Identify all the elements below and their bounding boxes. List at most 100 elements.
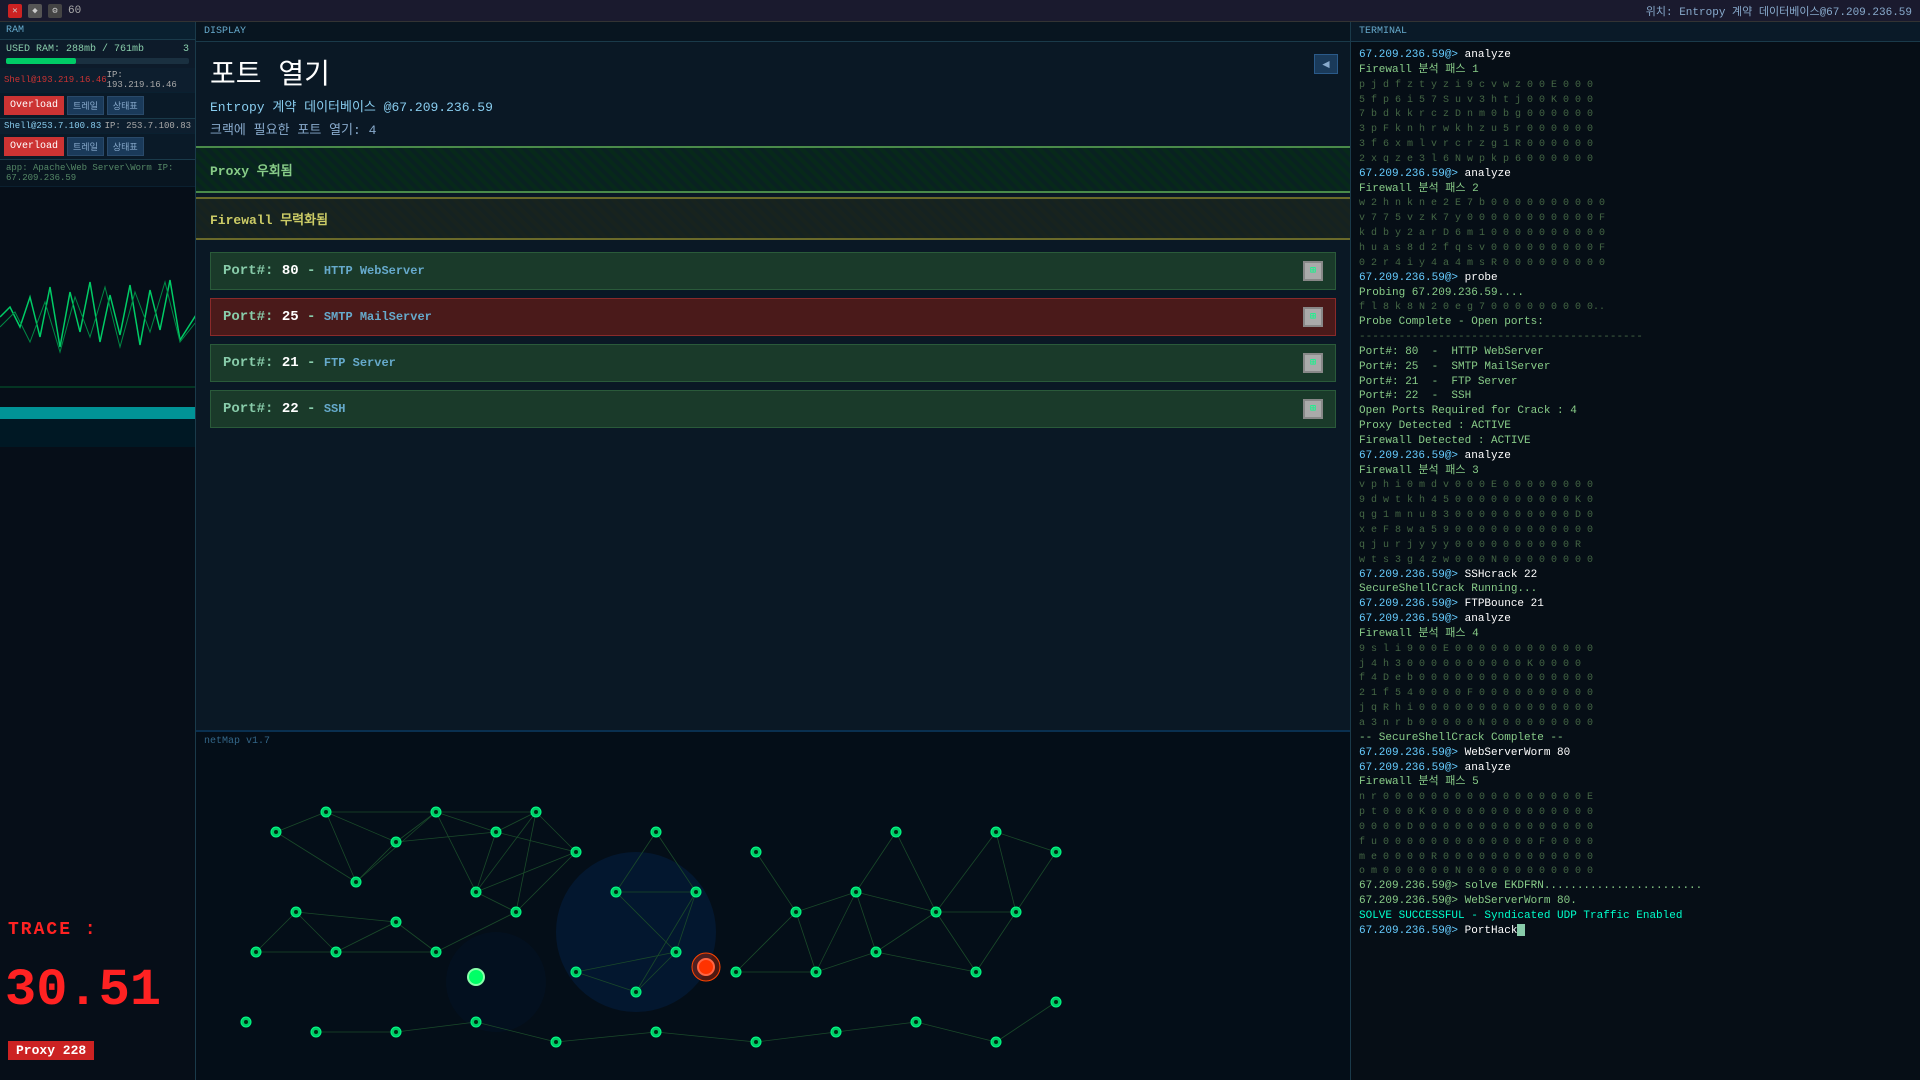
port-row-0[interactable]: Port#: 80 - HTTP WebServer ⊞ bbox=[210, 252, 1336, 290]
net-node-32 bbox=[1051, 847, 1061, 857]
terminal-body[interactable]: 67.209.236.59@> analyzeFirewall 분석 패스 1p… bbox=[1351, 42, 1920, 1080]
terminal-line: Port#: 25 - SMTP MailServer bbox=[1359, 360, 1912, 375]
terminal-line: 9 d w t k h 4 5 0 0 0 0 0 0 0 0 0 0 K 0 bbox=[1359, 493, 1912, 508]
terminal-line: 7 b d k k r c z D n m 0 b g 0 0 0 0 0 0 bbox=[1359, 107, 1912, 122]
main-layout: RAM USED RAM: 288mb / 761mb 3 Shell@193.… bbox=[0, 22, 1920, 1080]
trace-value: 30.51 bbox=[5, 961, 161, 1020]
terminal-line: Firewall 분석 패스 5 bbox=[1359, 775, 1912, 790]
gear-icon[interactable]: ⚙ bbox=[48, 4, 62, 18]
ram-bar-container bbox=[6, 58, 189, 64]
net-node-7 bbox=[531, 807, 541, 817]
net-node-6 bbox=[471, 887, 481, 897]
display-header: DISPLAY bbox=[196, 22, 1350, 42]
terminal-line: h u a s 8 d 2 f q s v 0 0 0 0 0 0 0 0 0 … bbox=[1359, 241, 1912, 256]
terminal-line: q j u r j y y y 0 0 0 0 0 0 0 0 0 0 R bbox=[1359, 538, 1912, 553]
topbar-number: 60 bbox=[68, 5, 81, 17]
terminal-line: q g 1 m n u 8 3 0 0 0 0 0 0 0 0 0 0 D 0 bbox=[1359, 508, 1912, 523]
terminal-line: SOLVE SUCCESSFUL - Syndicated UDP Traffi… bbox=[1359, 909, 1912, 924]
terminal-line: 67.209.236.59@> SSHcrack 22 bbox=[1359, 568, 1912, 583]
net-node-4 bbox=[431, 807, 441, 817]
port-title: 포트 열기 bbox=[196, 42, 1350, 96]
net-node-33 bbox=[311, 1027, 321, 1037]
crack-info: 크랙에 필요한 포트 열기: 4 bbox=[196, 119, 1350, 146]
minimize-icon[interactable]: ◆ bbox=[28, 4, 42, 18]
middle-panel: DISPLAY 포트 열기 Entropy 계약 데이터베이스 @67.209.… bbox=[196, 22, 1350, 1080]
connection-1-ip: IP: 193.219.16.46 bbox=[107, 70, 191, 90]
terminal-line: -- SecureShellCrack Complete -- bbox=[1359, 731, 1912, 746]
topbar-status: 위치: Entropy 계약 데이터베이스@67.209.236.59 bbox=[1646, 3, 1912, 19]
target-info: Entropy 계약 데이터베이스 @67.209.236.59 bbox=[196, 96, 1350, 119]
terminal-line: j 4 h 3 0 0 0 0 0 0 0 0 0 0 K 0 0 0 0 bbox=[1359, 657, 1912, 672]
net-node-24 bbox=[811, 967, 821, 977]
terminal-line: 5 f p 6 i 5 7 S u v 3 h t j 0 0 K 0 0 0 bbox=[1359, 93, 1912, 108]
net-node-16 bbox=[651, 827, 661, 837]
net-node-10 bbox=[391, 917, 401, 927]
netmap-label: netMap v1.7 bbox=[204, 736, 270, 747]
terminal-line: 67.209.236.59@> analyze bbox=[1359, 167, 1912, 182]
collapse-button[interactable]: ◄ bbox=[1314, 54, 1338, 74]
terminal-line: SecureShellCrack Running... bbox=[1359, 582, 1912, 597]
terminal-line: 9 s l i 9 0 0 E 0 0 0 0 0 0 0 0 0 0 0 0 bbox=[1359, 642, 1912, 657]
terminal-line: n r 0 0 0 0 0 0 0 0 0 0 0 0 0 0 0 0 0 E bbox=[1359, 790, 1912, 805]
overload-button-2[interactable]: Overload bbox=[4, 137, 64, 156]
net-node-41 bbox=[991, 1037, 1001, 1047]
net-node-11 bbox=[431, 947, 441, 957]
net-node-8 bbox=[571, 847, 581, 857]
net-node-13 bbox=[291, 907, 301, 917]
terminal-line: k d b y 2 a r D 6 m 1 0 0 0 0 0 0 0 0 0 … bbox=[1359, 226, 1912, 241]
net-node-38 bbox=[751, 1037, 761, 1047]
ram-header: RAM bbox=[0, 22, 195, 40]
terminal-line: j q R h i 0 0 0 0 0 0 0 0 0 0 0 0 0 0 0 bbox=[1359, 701, 1912, 716]
terminal-line: Probing 67.209.236.59.... bbox=[1359, 286, 1912, 301]
topbar-left: ✕ ◆ ⚙ 60 bbox=[8, 4, 81, 18]
terminal-line: Port#: 22 - SSH bbox=[1359, 389, 1912, 404]
overload-button-1[interactable]: Overload bbox=[4, 96, 64, 115]
port-label-2: Port#: 21 - FTP Server bbox=[223, 355, 396, 371]
net-node-36 bbox=[551, 1037, 561, 1047]
port-list: Port#: 80 - HTTP WebServer ⊞ Port#: 25 -… bbox=[196, 244, 1350, 436]
terminal-line: p j d f z t y z i 9 c v w z 0 0 E 0 0 0 bbox=[1359, 78, 1912, 93]
connection-2-row: Shell@253.7.100.83 IP: 253.7.100.83 bbox=[0, 119, 195, 134]
terminal-line: 67.209.236.59@> PortHack bbox=[1359, 924, 1912, 939]
status-button-1[interactable]: 상태표 bbox=[107, 96, 144, 115]
terminal-line: p t 0 0 0 K 0 0 0 0 0 0 0 0 0 0 0 0 0 0 bbox=[1359, 805, 1912, 820]
firewall-section: Firewall 무력화됨 bbox=[196, 197, 1350, 240]
port-row-1[interactable]: Port#: 25 - SMTP MailServer ⊞ bbox=[210, 298, 1336, 336]
net-node-27 bbox=[871, 947, 881, 957]
terminal-line: 67.209.236.59@> FTPBounce 21 bbox=[1359, 597, 1912, 612]
terminal-line: 67.209.236.59@> probe bbox=[1359, 271, 1912, 286]
btn-row-1: Overload 트레일 상태표 bbox=[0, 93, 195, 119]
net-node-0 bbox=[271, 827, 281, 837]
net-node-26 bbox=[891, 827, 901, 837]
terminal-line: Firewall 분석 패스 2 bbox=[1359, 182, 1912, 197]
port-icon-2: ⊞ bbox=[1303, 353, 1323, 373]
terminal-line: v p h i 0 m d v 0 0 0 E 0 0 0 0 0 0 0 0 bbox=[1359, 478, 1912, 493]
app-label: app: Apache\Web Server\Worm IP: 67.209.2… bbox=[0, 160, 195, 187]
trace-button-1[interactable]: 트레일 bbox=[67, 96, 104, 115]
net-node-12 bbox=[331, 947, 341, 957]
port-row-3[interactable]: Port#: 22 - SSH ⊞ bbox=[210, 390, 1336, 428]
terminal-line: 67.209.236.59@> solve EKDFRN............… bbox=[1359, 879, 1912, 894]
net-node-35 bbox=[471, 1017, 481, 1027]
status-button-2[interactable]: 상태표 bbox=[107, 137, 144, 156]
terminal-line: f l 8 k 8 N 2 0 e g 7 0 0 0 0 0 0 0 0 0.… bbox=[1359, 300, 1912, 315]
close-icon[interactable]: ✕ bbox=[8, 4, 22, 18]
terminal-line: ----------------------------------------… bbox=[1359, 330, 1912, 345]
port-label-3: Port#: 22 - SSH bbox=[223, 401, 345, 417]
left-panel: RAM USED RAM: 288mb / 761mb 3 Shell@193.… bbox=[0, 22, 196, 1080]
net-node-2 bbox=[391, 837, 401, 847]
proxy-section: Proxy 우회됨 bbox=[196, 146, 1350, 193]
terminal-line: 67.209.236.59@> analyze bbox=[1359, 612, 1912, 627]
port-label-0: Port#: 80 - HTTP WebServer bbox=[223, 263, 425, 279]
network-map: netMap v1.7 bbox=[196, 730, 1350, 1080]
terminal-line: Firewall 분석 패스 4 bbox=[1359, 627, 1912, 642]
terminal-header: TERMINAL bbox=[1351, 22, 1920, 42]
trace-button-2[interactable]: 트레일 bbox=[67, 137, 104, 156]
port-row-2[interactable]: Port#: 21 - FTP Server ⊞ bbox=[210, 344, 1336, 382]
trace-label: TRACE : bbox=[8, 920, 98, 940]
terminal-line: x e F 8 w a 5 9 0 0 0 0 0 0 0 0 0 0 0 0 bbox=[1359, 523, 1912, 538]
net-node-37 bbox=[651, 1027, 661, 1037]
terminal-line: Firewall 분석 패스 1 bbox=[1359, 63, 1912, 78]
connection-1-row: Shell@193.219.16.46 IP: 193.219.16.46 bbox=[0, 68, 195, 93]
netmap-svg bbox=[196, 732, 1076, 1080]
